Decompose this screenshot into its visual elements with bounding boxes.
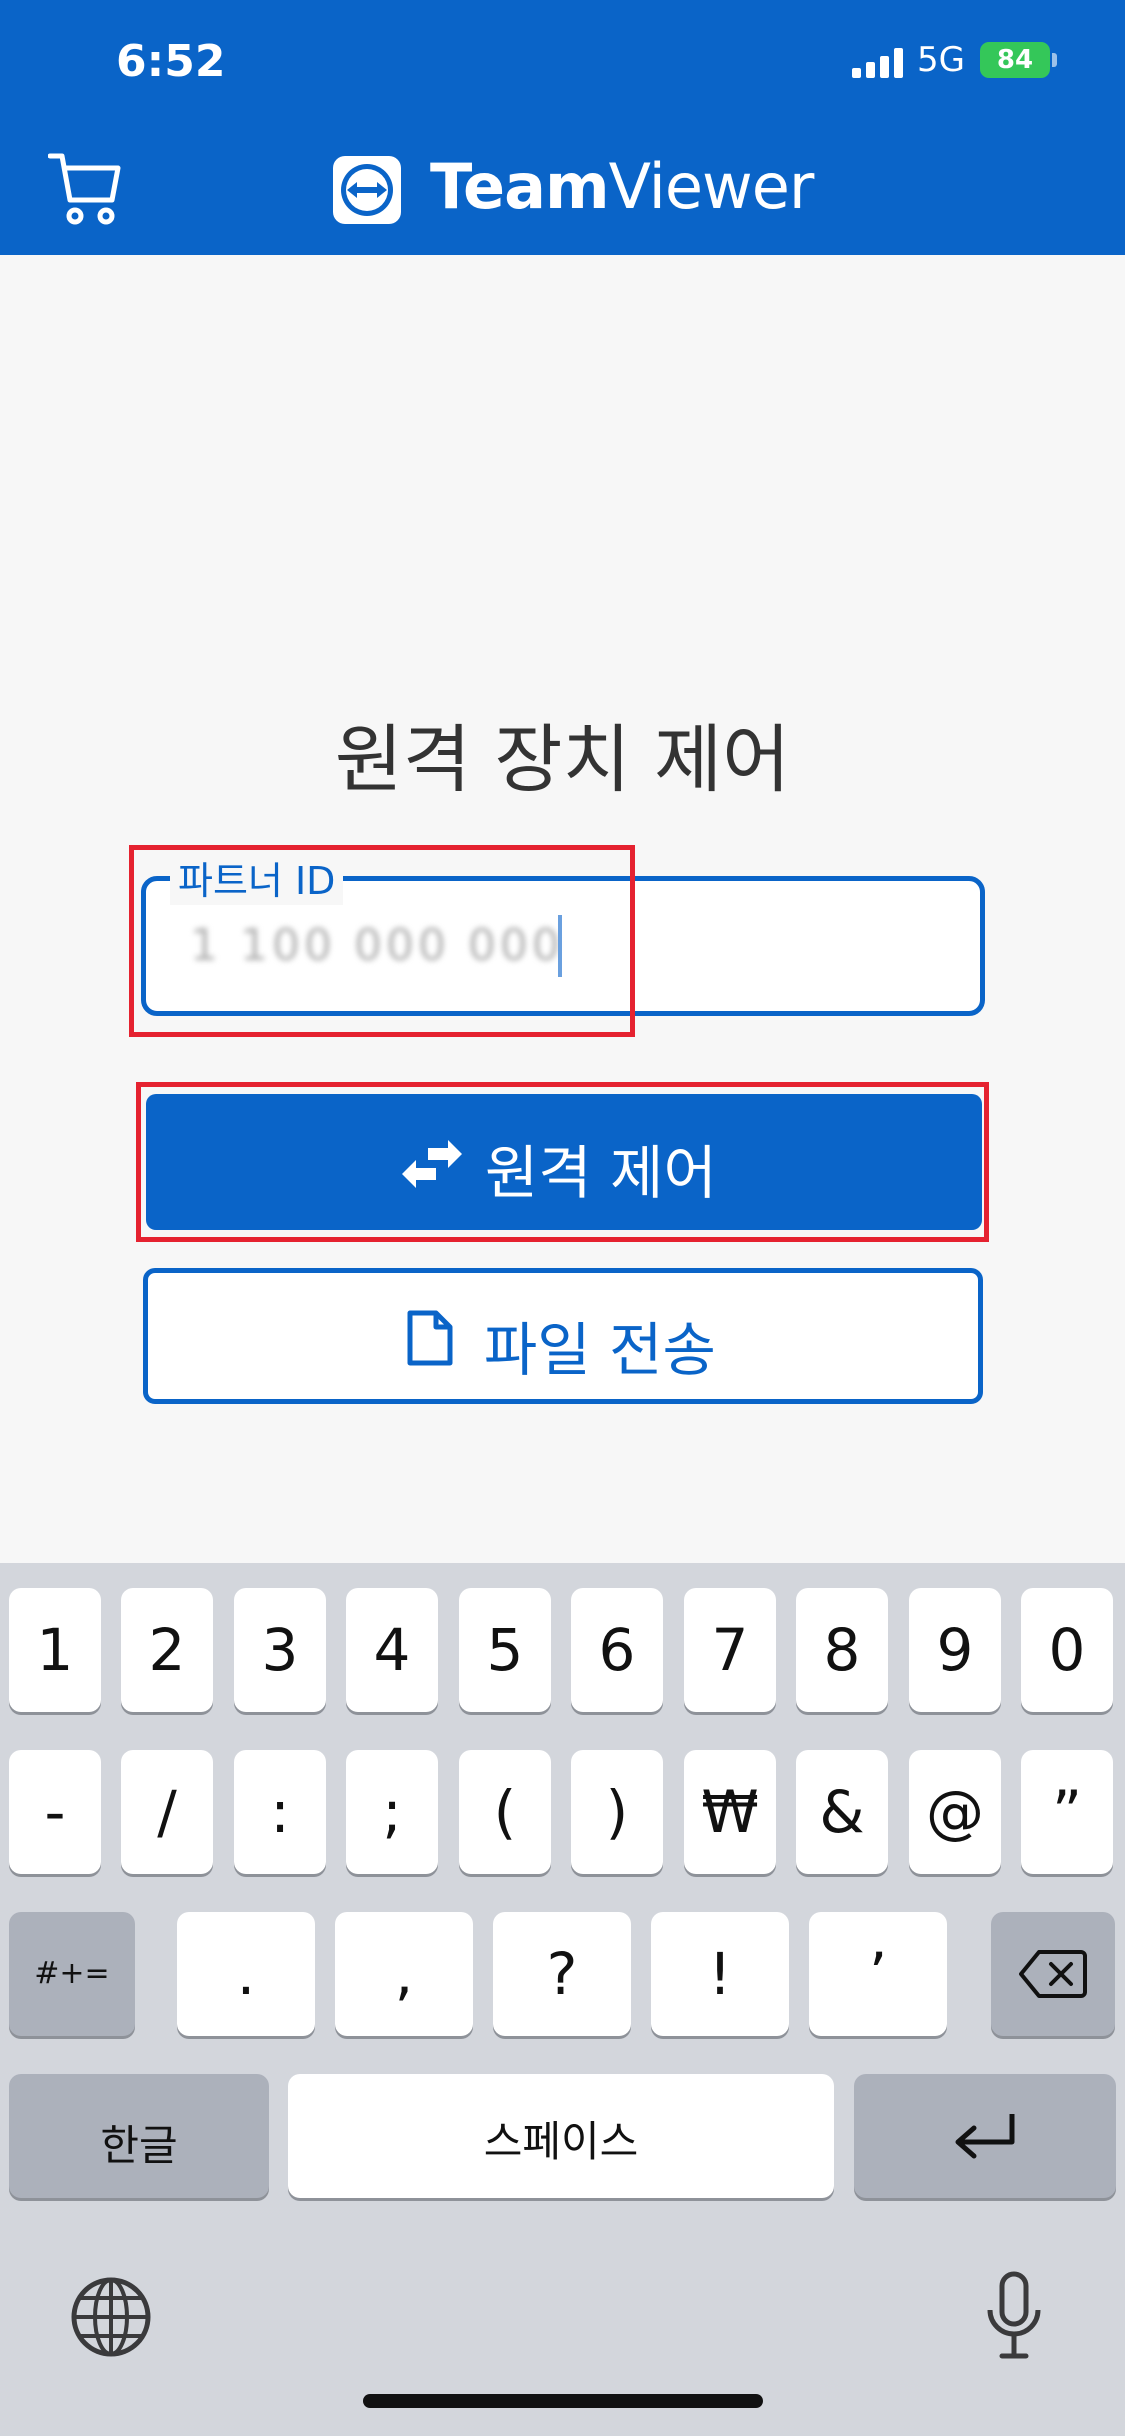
key-slash[interactable]: / bbox=[121, 1750, 213, 1874]
space-key[interactable]: 스페이스 bbox=[288, 2074, 834, 2198]
key-period[interactable]: . bbox=[177, 1912, 315, 2036]
highlight-box-partner-id bbox=[129, 845, 635, 1037]
symbols-key[interactable]: #+= bbox=[9, 1912, 135, 2036]
korean-key[interactable]: 한글 bbox=[9, 2074, 269, 2198]
key-colon[interactable]: : bbox=[234, 1750, 326, 1874]
file-icon bbox=[407, 1310, 453, 1366]
battery-indicator: 84 bbox=[980, 42, 1050, 78]
key-1[interactable]: 1 bbox=[9, 1588, 101, 1712]
key-semicolon[interactable]: ; bbox=[346, 1750, 438, 1874]
key-comma[interactable]: , bbox=[335, 1912, 473, 2036]
key-quote[interactable]: ” bbox=[1021, 1750, 1113, 1874]
key-hyphen[interactable]: - bbox=[9, 1750, 101, 1874]
network-type: 5G bbox=[917, 40, 965, 80]
key-4[interactable]: 4 bbox=[346, 1588, 438, 1712]
backspace-key[interactable] bbox=[991, 1912, 1115, 2036]
key-question[interactable]: ? bbox=[493, 1912, 631, 2036]
key-6[interactable]: 6 bbox=[571, 1588, 663, 1712]
app-brand: TeamViewer bbox=[430, 150, 814, 223]
globe-icon[interactable] bbox=[70, 2276, 152, 2358]
key-8[interactable]: 8 bbox=[796, 1588, 888, 1712]
home-indicator[interactable] bbox=[363, 2394, 763, 2408]
return-key[interactable] bbox=[854, 2074, 1116, 2198]
key-at[interactable]: @ bbox=[909, 1750, 1001, 1874]
cart-icon[interactable] bbox=[48, 150, 122, 226]
backspace-icon bbox=[1019, 1950, 1087, 1998]
key-won[interactable]: ₩ bbox=[684, 1750, 776, 1874]
battery-tip bbox=[1052, 53, 1057, 67]
signal-icon bbox=[852, 48, 906, 78]
status-time: 6:52 bbox=[116, 36, 226, 87]
file-transfer-label: 파일 전송 bbox=[483, 1316, 716, 1384]
teamviewer-logo-icon bbox=[333, 156, 401, 224]
key-7[interactable]: 7 bbox=[684, 1588, 776, 1712]
microphone-icon[interactable] bbox=[984, 2270, 1044, 2360]
key-0[interactable]: 0 bbox=[1021, 1588, 1113, 1712]
highlight-box-remote-control bbox=[136, 1082, 989, 1242]
key-close-paren[interactable]: ) bbox=[571, 1750, 663, 1874]
file-transfer-button[interactable]: 파일 전송 bbox=[143, 1268, 983, 1404]
key-exclamation[interactable]: ! bbox=[651, 1912, 789, 2036]
key-open-paren[interactable]: ( bbox=[459, 1750, 551, 1874]
return-icon bbox=[955, 2114, 1015, 2159]
key-5[interactable]: 5 bbox=[459, 1588, 551, 1712]
key-2[interactable]: 2 bbox=[121, 1588, 213, 1712]
page-title: 원격 장치 제어 bbox=[334, 717, 791, 803]
key-3[interactable]: 3 bbox=[234, 1588, 326, 1712]
key-ampersand[interactable]: & bbox=[796, 1750, 888, 1874]
key-9[interactable]: 9 bbox=[909, 1588, 1001, 1712]
key-apostrophe[interactable]: ’ bbox=[809, 1912, 947, 2036]
